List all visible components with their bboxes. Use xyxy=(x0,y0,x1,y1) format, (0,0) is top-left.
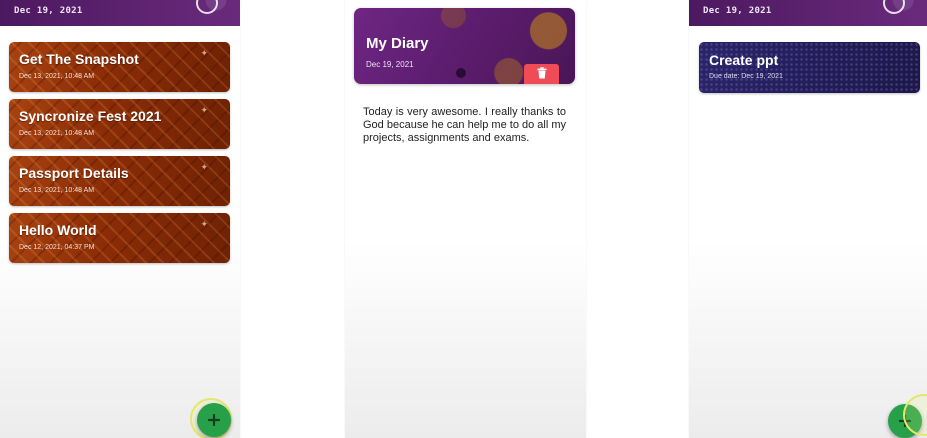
diary-card[interactable]: Passport Details Dec 13, 2021, 10:48 AM … xyxy=(9,156,230,206)
delete-button[interactable] xyxy=(524,64,559,84)
diary-list: Get The Snapshot Dec 13, 2021, 10:48 AM … xyxy=(9,42,230,270)
add-diary-button[interactable] xyxy=(197,403,231,437)
diary-detail-title: My Diary xyxy=(366,35,429,52)
indicator-dot xyxy=(456,68,466,78)
diary-list-screen: Dec 19, 2021 Get The Snapshot Dec 13, 20… xyxy=(0,0,240,438)
diary-detail-date: Dec 19, 2021 xyxy=(366,60,414,69)
app-header: Dec 19, 2021 xyxy=(0,0,240,26)
pattern-icon: ✦ xyxy=(200,48,208,58)
diary-card-title: Syncronize Fest 2021 xyxy=(19,108,162,124)
diary-card[interactable]: Hello World Dec 12, 2021, 04:37 PM ✦ xyxy=(9,213,230,263)
trash-icon xyxy=(537,66,547,84)
diary-card-title: Hello World xyxy=(19,222,97,238)
header-date: Dec 19, 2021 xyxy=(703,6,772,16)
pattern-icon: ✦ xyxy=(200,219,208,229)
diary-detail-body: Today is very awesome. I really thanks t… xyxy=(363,106,567,144)
diary-card-date: Dec 12, 2021, 04:37 PM xyxy=(19,244,95,251)
todo-card-due-date: Due date: Dec 19, 2021 xyxy=(709,73,783,80)
diary-card-title: Get The Snapshot xyxy=(19,51,139,67)
pattern-icon: ✦ xyxy=(200,105,208,115)
todo-card-title: Create ppt xyxy=(709,52,779,68)
diary-card-title: Passport Details xyxy=(19,165,129,181)
diary-detail-screen: My Diary Dec 19, 2021 Today is very awes… xyxy=(345,0,586,438)
diary-card[interactable]: Get The Snapshot Dec 13, 2021, 10:48 AM … xyxy=(9,42,230,92)
pattern-icon: ✦ xyxy=(200,162,208,172)
diary-card-date: Dec 13, 2021, 10:48 AM xyxy=(19,187,95,194)
add-icon xyxy=(208,414,220,426)
diary-card[interactable]: Syncronize Fest 2021 Dec 13, 2021, 10:48… xyxy=(9,99,230,149)
app-header: Dec 19, 2021 xyxy=(689,0,927,26)
diary-card-date: Dec 13, 2021, 10:48 AM xyxy=(19,73,95,80)
diary-detail-header: My Diary Dec 19, 2021 xyxy=(354,8,575,84)
header-logo-icon xyxy=(883,0,905,14)
diary-card-date: Dec 13, 2021, 10:48 AM xyxy=(19,130,95,137)
todo-list-screen: Dec 19, 2021 Create ppt Due date: Dec 19… xyxy=(689,0,927,438)
todo-card[interactable]: Create ppt Due date: Dec 19, 2021 xyxy=(699,42,920,93)
header-date: Dec 19, 2021 xyxy=(14,6,83,16)
screenshot-stage: Dec 19, 2021 Get The Snapshot Dec 13, 20… xyxy=(0,0,927,438)
header-logo-icon xyxy=(196,0,218,14)
